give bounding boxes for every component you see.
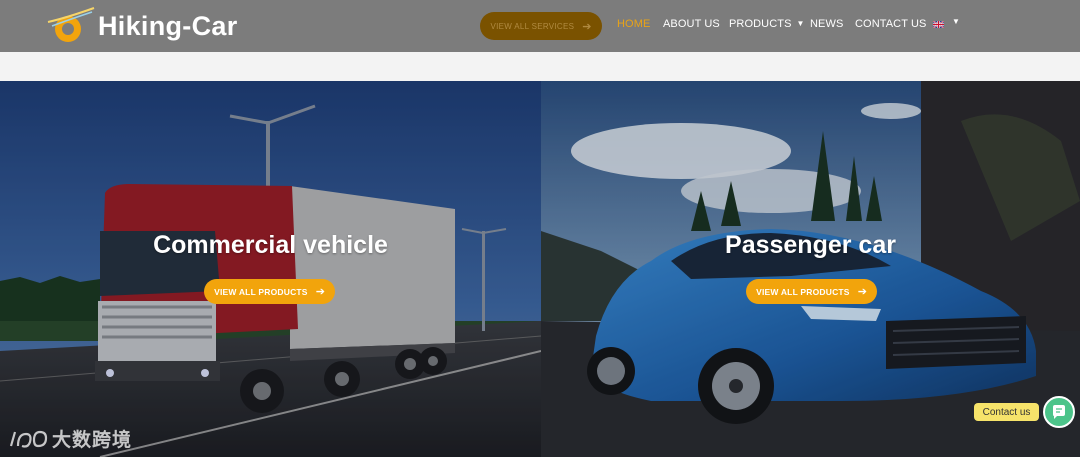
arrow-right-icon: ➔ [857,286,867,298]
chevron-down-icon: ▼ [952,17,961,26]
chat-icon [1053,405,1065,419]
view-all-products-label: VIEW ALL PRODUCTS [214,286,308,297]
truck-image [0,81,541,457]
nav-home-label: HOME [617,18,651,30]
view-all-services-button[interactable]: VIEW ALL SERVICES ➔ [480,12,602,40]
nav-news[interactable]: NEWS [810,18,843,30]
contact-us-label: Contact us [982,406,1031,418]
nav-contact-us[interactable]: CONTACT US [855,18,927,30]
view-all-products-label: VIEW ALL PRODUCTS [756,286,850,297]
arrow-right-icon: ➔ [582,20,592,33]
watermark: 大数跨境 [8,424,132,452]
watermark-text: 大数跨境 [52,429,133,451]
logo-icon [47,7,95,42]
nav-products-label: PRODUCTS [729,18,792,30]
commercial-view-all-products-button[interactable]: VIEW ALL PRODUCTS ➔ [204,279,335,304]
nav-products[interactable]: PRODUCTS ▼ [729,18,805,30]
passenger-view-all-products-button[interactable]: VIEW ALL PRODUCTS ➔ [746,279,877,304]
commercial-vehicle-panel[interactable]: Commercial vehicle VIEW ALL PRODUCTS ➔ [0,81,541,457]
chevron-down-icon: ▼ [796,18,805,28]
watermark-logo-icon [9,430,48,448]
nav-home[interactable]: HOME [617,18,650,30]
contact-us-label-button[interactable]: Contact us [974,403,1039,421]
site-header: Hiking-Car VIEW ALL SERVICES ➔ HOME ABOU… [0,0,1080,52]
nav-news-label: NEWS [810,18,844,30]
view-all-services-label: VIEW ALL SERVICES [490,21,575,31]
passenger-car-panel[interactable]: Passenger car VIEW ALL PRODUCTS ➔ [541,81,1080,457]
logo-text: Hiking-Car [98,10,238,41]
uk-flag-icon[interactable] [933,21,944,28]
site-logo[interactable]: Hiking-Car [46,6,238,46]
header-spacer [0,52,1080,81]
arrow-right-icon: ➔ [315,286,325,298]
passenger-car-title: Passenger car [725,231,896,259]
sports-car-image [541,81,1080,457]
nav-contact-us-label: CONTACT US [855,18,927,30]
nav-about-us-label: ABOUT US [663,18,720,30]
commercial-vehicle-title: Commercial vehicle [153,231,388,259]
nav-about-us[interactable]: ABOUT US [663,18,720,30]
contact-chat-button[interactable] [1043,396,1075,428]
language-dropdown[interactable]: ▼ [952,17,961,27]
